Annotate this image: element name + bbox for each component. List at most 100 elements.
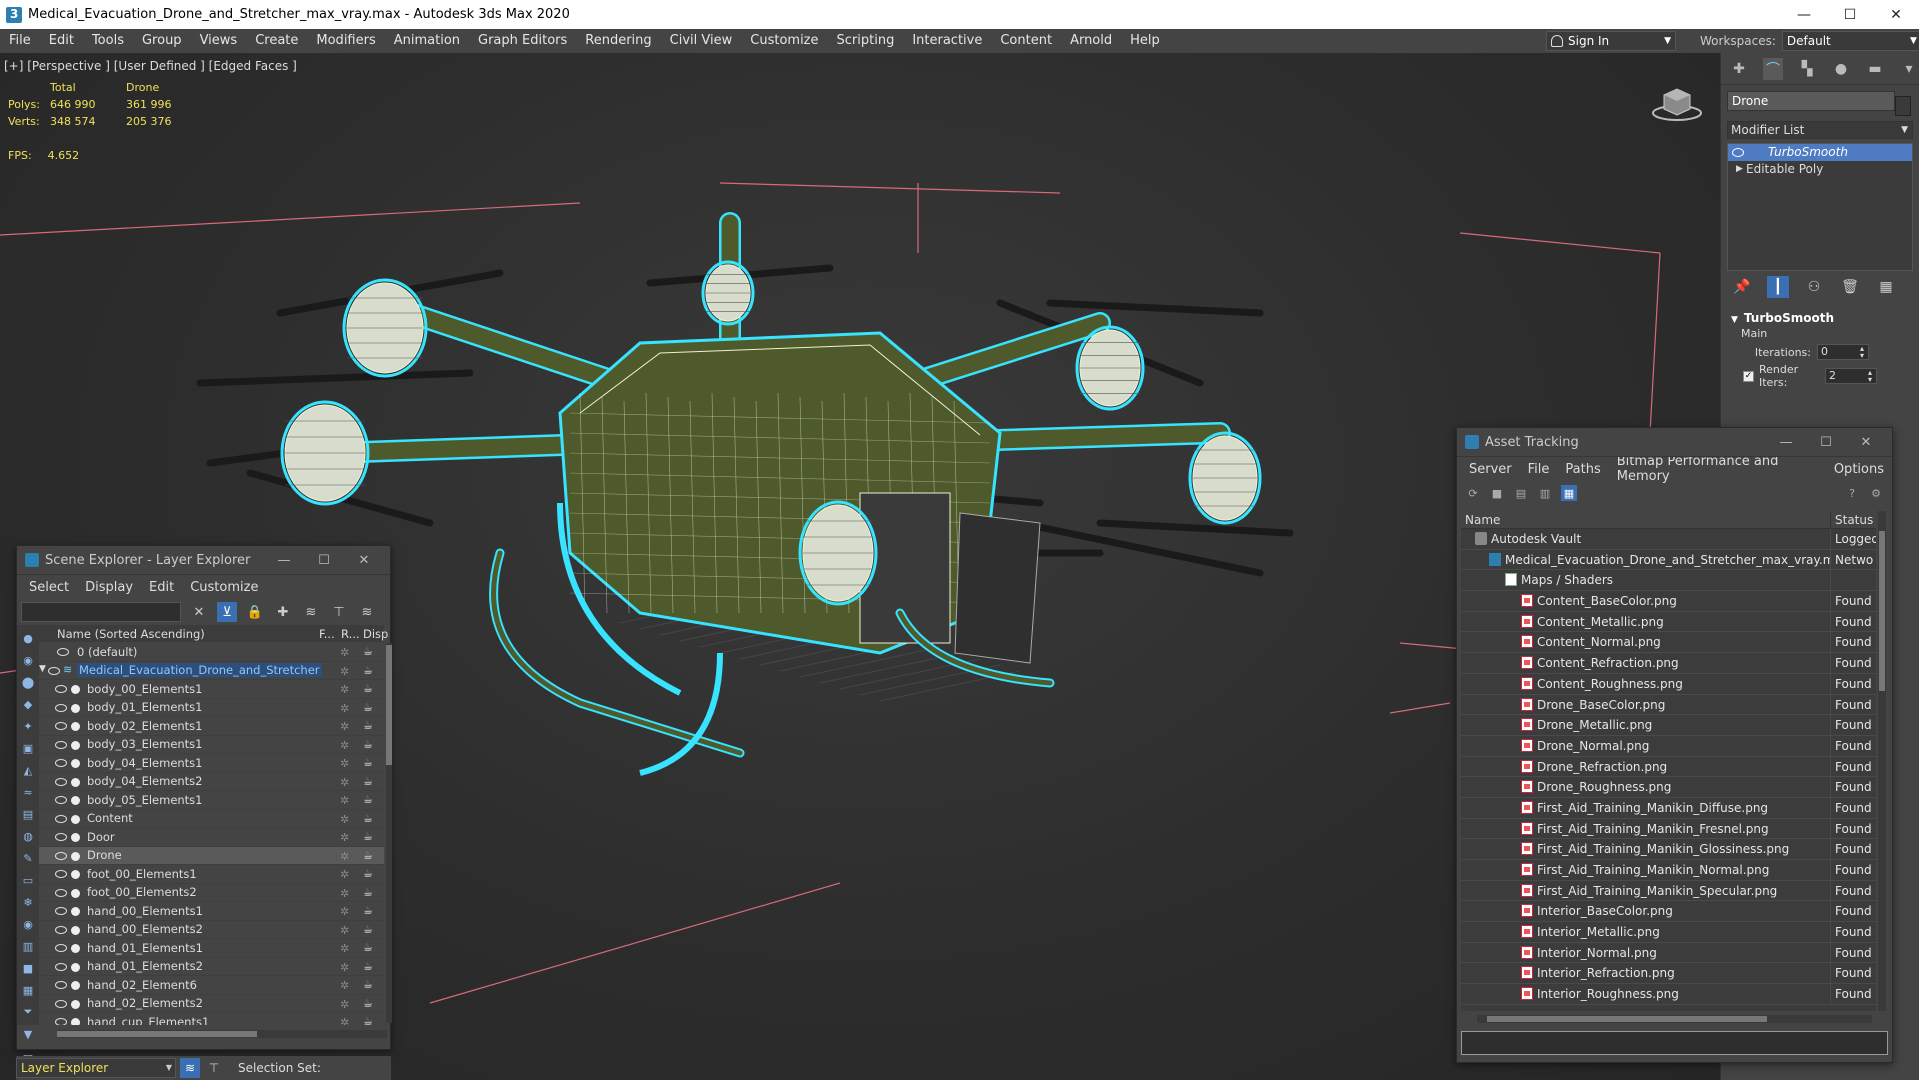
render-iters-spinner[interactable]: 2 <box>1825 368 1877 384</box>
settings-icon[interactable]: ⚙ <box>1868 485 1884 501</box>
eye-icon[interactable] <box>55 999 67 1008</box>
layer-tree-row[interactable]: foot_00_Elements1 ✲ ☕ <box>39 865 384 884</box>
eye-icon[interactable] <box>55 1018 67 1025</box>
eye-icon[interactable] <box>57 648 69 656</box>
asset-tracking-titlebar[interactable]: Asset Tracking — ☐ ✕ <box>1457 428 1892 457</box>
menu-modifiers[interactable]: Modifiers <box>307 29 384 53</box>
menu-group[interactable]: Group <box>133 29 191 53</box>
se-menu-display[interactable]: Display <box>77 580 141 595</box>
asset-path-field[interactable] <box>1461 1031 1888 1055</box>
freeze-toggle-icon[interactable]: ✲ <box>340 739 349 752</box>
utilities-tab-icon[interactable]: ▾ <box>1899 58 1919 80</box>
renderable-toggle-icon[interactable]: ☕ <box>363 904 373 917</box>
xrefs-filter-icon[interactable]: ◍ <box>19 827 37 845</box>
freeze-toggle-icon[interactable]: ✲ <box>340 683 349 696</box>
add-to-layer-icon[interactable]: ≋ <box>301 602 321 622</box>
collapse-arrow-icon[interactable]: ▼ <box>39 664 46 674</box>
lights-filter-icon[interactable]: ✦ <box>19 717 37 735</box>
eye-icon[interactable] <box>55 814 67 823</box>
menu-customize[interactable]: Customize <box>741 29 827 53</box>
eye-icon[interactable] <box>55 981 67 989</box>
display-none-icon[interactable]: ● <box>19 629 37 647</box>
asset-row[interactable]: Interior_Refraction.png Found <box>1461 963 1876 985</box>
frozen-filter-icon[interactable]: ❄ <box>19 893 37 911</box>
layer-tree-row[interactable]: Door ✲ ☕ <box>39 828 384 847</box>
eye-icon[interactable] <box>55 703 67 712</box>
display-all-icon[interactable]: ◉ <box>19 651 37 669</box>
eye-icon[interactable] <box>48 666 60 675</box>
freeze-toggle-icon[interactable]: ✲ <box>340 979 349 992</box>
render-iters-checkbox[interactable]: ✓ <box>1743 370 1754 382</box>
hierarchy-toggle-icon[interactable]: ⊤ <box>204 1058 224 1078</box>
layers-icon[interactable]: ≋ <box>357 602 377 622</box>
maximize-button[interactable]: ☐ <box>1827 0 1873 29</box>
shapes-filter-icon[interactable]: ◆ <box>19 695 37 713</box>
eye-icon[interactable] <box>55 740 67 749</box>
layer-tree-row[interactable]: hand_01_Elements1 ✲ ☕ <box>39 939 384 958</box>
eye-icon[interactable] <box>55 962 67 971</box>
layer-tree-row[interactable]: body_02_Elements1 ✲ ☕ <box>39 717 384 736</box>
sign-in-dropdown[interactable]: Sign In ▼ <box>1546 31 1676 51</box>
minimize-button[interactable]: — <box>1781 0 1827 29</box>
asset-row[interactable]: Drone_Roughness.png Found <box>1461 777 1876 798</box>
vertical-scrollbar[interactable] <box>1878 511 1886 1011</box>
asset-row[interactable]: First_Aid_Training_Manikin_Normal.png Fou… <box>1461 860 1876 881</box>
at-menu-bitmap-performance-and-memory[interactable]: Bitmap Performance and Memory <box>1609 454 1826 484</box>
renderable-toggle-icon[interactable]: ☕ <box>363 719 373 732</box>
asset-row[interactable]: Content_Normal.png Found <box>1461 632 1876 654</box>
viewcube-icon[interactable] <box>1650 83 1704 123</box>
eye-icon[interactable] <box>55 722 67 730</box>
freeze-toggle-icon[interactable]: ✲ <box>340 905 349 918</box>
expand-arrow-icon[interactable]: ▶ <box>1736 161 1743 178</box>
layer-tree-row[interactable]: Content ✲ ☕ <box>39 810 384 828</box>
filter-icon[interactable]: ⊻ <box>217 602 237 622</box>
motion-tab-icon[interactable]: ● <box>1831 58 1851 80</box>
stack-item-editable-poly[interactable]: ▶ Editable Poly <box>1728 161 1912 178</box>
turbosmooth-rollout-header[interactable]: ▼ TurboSmooth <box>1721 309 1919 327</box>
freeze-toggle-icon[interactable]: ✲ <box>340 776 349 789</box>
asset-row[interactable]: Maps / Shaders <box>1461 570 1876 592</box>
menu-create[interactable]: Create <box>246 29 307 53</box>
asset-row[interactable]: Medical_Evacuation_Drone_and_Stretcher_m… <box>1461 549 1876 571</box>
view-icon[interactable]: ▥ <box>1537 485 1553 501</box>
eye-icon[interactable] <box>1732 148 1744 157</box>
renderable-toggle-icon[interactable]: ☕ <box>363 701 373 714</box>
help-icon[interactable]: ? <box>1844 485 1860 501</box>
maximize-button[interactable]: ☐ <box>304 546 344 575</box>
freeze-toggle-icon[interactable]: ✲ <box>340 942 349 955</box>
configure-modifier-sets-icon[interactable]: ▦ <box>1875 276 1897 298</box>
at-menu-options[interactable]: Options <box>1826 462 1892 477</box>
eye-icon[interactable] <box>55 925 67 934</box>
table-view-icon[interactable]: ▦ <box>1561 485 1577 501</box>
renderable-toggle-icon[interactable]: ☕ <box>363 849 373 862</box>
menu-arnold[interactable]: Arnold <box>1061 29 1121 53</box>
refresh-icon[interactable]: ⟳ <box>1465 485 1481 501</box>
menu-views[interactable]: Views <box>191 29 247 53</box>
checkin-icon[interactable]: ▤ <box>1513 485 1529 501</box>
freeze-toggle-icon[interactable]: ✲ <box>340 1016 349 1025</box>
renderable-toggle-icon[interactable]: ☕ <box>363 812 373 825</box>
object-name-field[interactable]: Drone <box>1727 91 1895 111</box>
freeze-toggle-icon[interactable]: ✲ <box>340 998 349 1011</box>
freeze-toggle-icon[interactable]: ✲ <box>340 665 349 678</box>
layer-tree-row[interactable]: hand_02_Elements2 ✲ ☕ <box>39 995 384 1013</box>
freeze-toggle-icon[interactable]: ✲ <box>340 794 349 807</box>
close-button[interactable]: ✕ <box>344 546 384 575</box>
name-column-header[interactable]: Name (Sorted Ascending) <box>39 627 319 641</box>
viewport-label-menu[interactable]: [+] [Perspective ] [User Defined ] [Edge… <box>4 59 297 73</box>
last-result-icon[interactable]: ▥ <box>19 937 37 955</box>
at-menu-paths[interactable]: Paths <box>1557 462 1608 477</box>
hierarchy-icon[interactable]: ⊤ <box>329 602 349 622</box>
layer-tree-row[interactable]: body_00_Elements1 ✲ ☕ <box>39 680 384 699</box>
layer-tree-row[interactable]: body_04_Elements1 ✲ ☕ <box>39 754 384 773</box>
renderable-toggle-icon[interactable]: ☕ <box>363 978 373 991</box>
renderable-toggle-icon[interactable]: ☕ <box>363 886 373 899</box>
geometry-filter-icon[interactable]: ⬤ <box>19 673 37 691</box>
asset-row[interactable]: Interior_Normal.png Found <box>1461 942 1876 964</box>
pin-stack-icon[interactable]: 📌 <box>1731 276 1753 298</box>
stack-item-turbosmooth[interactable]: TurboSmooth <box>1728 144 1912 161</box>
modify-tab-icon[interactable]: ⌒ <box>1763 57 1783 80</box>
renderable-toggle-icon[interactable]: ☕ <box>363 960 373 973</box>
hidden-filter-icon[interactable]: ◉ <box>19 915 37 933</box>
maximize-button[interactable]: ☐ <box>1806 428 1846 457</box>
